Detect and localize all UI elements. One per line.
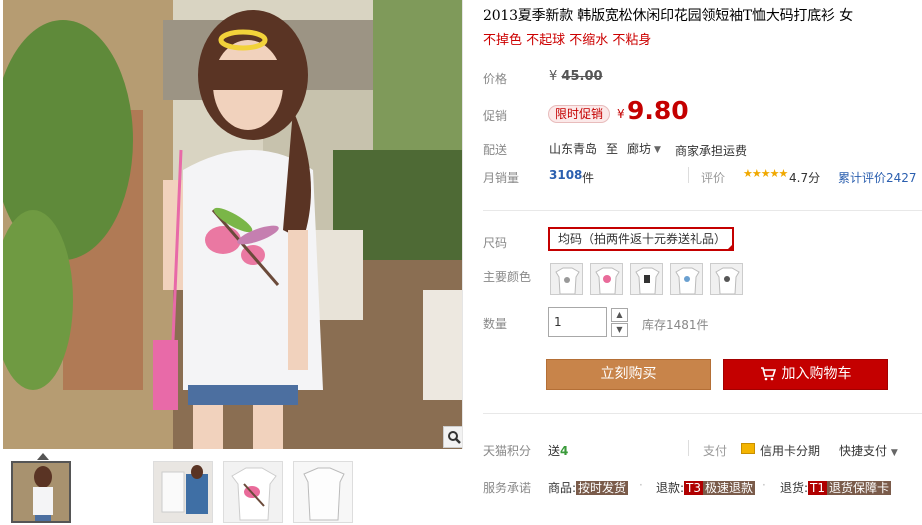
magnifier-icon [448,431,461,444]
service-return-tag: 退货保障卡 [827,481,892,495]
quantity-increase-button[interactable]: ▲ [611,308,628,322]
review-count-link[interactable]: 累计评价2427 [838,169,917,186]
monthly-sales-unit: 件 [582,171,595,185]
rating-score: 4.7分 [789,171,821,185]
divider [483,210,922,211]
service-refund-prefix: 退款: [656,481,685,495]
size-option-selected[interactable]: 均码（拍两件返十元券送礼品） [548,227,734,251]
selected-corner-mark [726,243,734,251]
promo-label: 促销 [483,109,508,123]
rating-label: 评价 [701,171,726,185]
buy-now-button[interactable]: 立刻购买 [546,359,711,390]
add-to-cart-label: 加入购物车 [781,366,852,382]
divider [688,167,689,183]
thumbnail-2[interactable] [153,461,213,523]
thumbnail-3[interactable] [223,461,283,523]
shipping-fee: 商家承担运费 [675,144,748,158]
ship-to-selector[interactable]: 廊坊 [627,140,651,157]
promo-tag: 限时促销 [548,105,611,123]
service-return-code: T1 [808,481,828,495]
stock-count: 库存1481件 [642,318,709,332]
service-return[interactable]: 退货: T1 退货保障卡 [780,479,892,496]
currency-symbol: ¥ [549,69,558,84]
size-option-label: 均码（拍两件返十元券送礼品） [558,232,727,246]
size-label: 尺码 [483,236,508,250]
service-shipping-tag: 按时发货 [576,481,629,495]
credit-installment-option[interactable]: 信用卡分期 [760,442,820,459]
product-page: 2013夏季新款 韩版宽松休闲印花园领短袖T恤大码打底衫 女 不掉色 不起球 不… [0,0,922,525]
quick-pay-label: 快捷支付 [839,444,888,458]
separator-dot: · [639,478,643,492]
star-icon: ★★★★★ [743,167,788,180]
zoom-button[interactable] [443,426,462,448]
ship-to-word: 至 [606,142,619,156]
payment-label: 支付 [703,444,728,458]
quantity-decrease-button[interactable]: ▼ [611,323,628,337]
separator-dot: · [762,478,766,492]
product-info-panel: 2013夏季新款 韩版宽松休闲印花园领短袖T恤大码打底衫 女 不掉色 不起球 不… [476,0,922,525]
quick-pay-option[interactable]: 快捷支付 ▼ [839,442,898,459]
thumbnail-4[interactable] [293,461,353,523]
service-shipping[interactable]: 商品: 按时发货 [548,479,629,496]
promo-currency-symbol: ¥ [617,107,625,121]
quantity-input[interactable] [548,307,607,337]
ship-from: 山东青岛 [549,142,598,156]
service-return-prefix: 退货: [780,481,809,495]
add-to-cart-button[interactable]: 加入购物车 [723,359,888,390]
monthly-sales-label: 月销量 [483,171,520,185]
chevron-down-icon: ▼ [890,448,898,458]
active-thumbnail-pointer [37,453,49,460]
model-photo-illustration [3,0,462,449]
thumbnail-1[interactable] [11,461,71,523]
monthly-sales-count: 3108 [549,168,583,182]
product-title: 2013夏季新款 韩版宽松休闲印花园领短袖T恤大码打底衫 女 [483,8,853,24]
main-product-photo[interactable] [3,0,463,449]
product-subtitle: 不掉色 不起球 不缩水 不粘身 [483,33,652,48]
service-refund-tag: 极速退款 [703,481,756,495]
service-refund-code: T3 [684,481,704,495]
cart-icon [760,367,776,381]
color-swatch-3[interactable] [630,263,663,295]
points-prefix: 送 [548,444,561,458]
chevron-down-icon[interactable]: ▼ [654,145,661,155]
color-swatch-5[interactable] [710,263,743,295]
original-price: ¥ 45.00 [549,69,603,84]
service-refund[interactable]: 退款: T3 极速退款 [656,479,756,496]
points-label: 天猫积分 [483,444,532,458]
original-price-value: 45.00 [561,69,603,84]
thumbnail-strip [0,451,465,525]
service-shipping-prefix: 商品: [548,481,577,495]
price-label: 价格 [483,72,508,86]
points-value: 送4 [548,442,568,459]
quantity-label: 数量 [483,317,508,331]
promo-price: 9.80 [627,96,689,125]
color-swatch-4[interactable] [670,263,703,295]
service-label: 服务承诺 [483,481,532,495]
credit-card-icon [741,443,755,454]
color-swatch-2[interactable] [590,263,623,295]
color-swatch-1[interactable] [550,263,583,295]
divider [483,413,922,414]
color-label: 主要颜色 [483,270,532,284]
divider [688,440,689,456]
shipping-label: 配送 [483,143,508,157]
points-number: 4 [560,444,569,458]
